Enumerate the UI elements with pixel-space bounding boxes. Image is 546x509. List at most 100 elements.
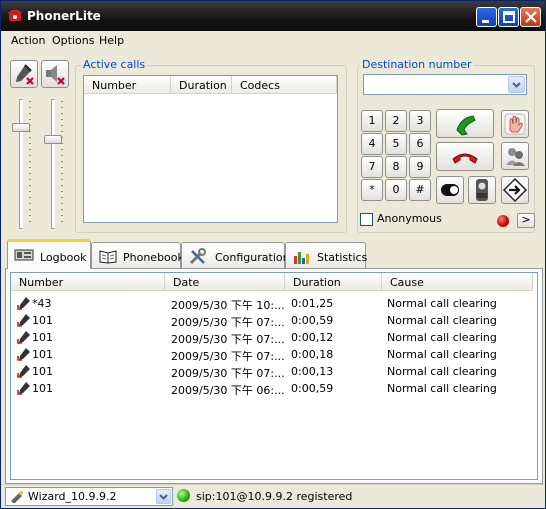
table-row[interactable]: 101 2009/5/30 下午 06:... 0:00,59 Normal call… bbox=[11, 380, 533, 397]
speaker-volume-thumb[interactable] bbox=[44, 135, 62, 144]
keypad-5[interactable]: 5 bbox=[385, 133, 407, 155]
phone-app-icon bbox=[8, 9, 22, 21]
keypad-9[interactable]: 9 bbox=[409, 156, 431, 178]
profile-selector[interactable]: Wizard_10.9.9.2 bbox=[5, 487, 173, 506]
keypad-1[interactable]: 1 bbox=[361, 110, 383, 132]
table-row[interactable]: *43 2009/5/30 下午 10:... 0:01,25 Normal call… bbox=[11, 295, 533, 312]
phonebook-icon bbox=[99, 250, 117, 264]
tab-logbook[interactable]: Logbook bbox=[7, 239, 91, 269]
column-header-number[interactable]: Number bbox=[84, 76, 171, 94]
destination-dropdown-button[interactable] bbox=[508, 76, 525, 93]
chevron-down-icon bbox=[159, 494, 168, 500]
transfer-arrow-icon bbox=[502, 177, 528, 203]
speaker-muted-icon bbox=[46, 65, 65, 85]
tab-logbook-label: Logbook bbox=[40, 251, 87, 264]
keypad-3[interactable]: 3 bbox=[409, 110, 431, 132]
microphone-mute-button[interactable] bbox=[10, 60, 38, 88]
dnd-button[interactable] bbox=[468, 176, 496, 204]
window-title: PhonerLite bbox=[27, 9, 101, 23]
log-cell-duration: 0:00,59 bbox=[291, 314, 334, 327]
log-cell-number: 101 bbox=[32, 314, 53, 327]
configuration-icon bbox=[189, 248, 206, 265]
outgoing-call-icon bbox=[17, 348, 30, 361]
maximize-button[interactable] bbox=[498, 7, 519, 27]
statistics-icon bbox=[294, 252, 309, 264]
tab-phonebook-label: Phonebook bbox=[123, 251, 184, 264]
keypad-0[interactable]: 0 bbox=[385, 179, 407, 201]
column-header-codecs[interactable]: Codecs bbox=[232, 76, 337, 94]
keypad-7[interactable]: 7 bbox=[361, 156, 383, 178]
hold-button[interactable] bbox=[501, 110, 529, 138]
anonymous-label: Anonymous bbox=[377, 212, 442, 225]
status-led-icon bbox=[497, 215, 509, 227]
keypad-6[interactable]: 6 bbox=[409, 133, 431, 155]
keypad-star[interactable]: * bbox=[361, 179, 383, 201]
logbook-list[interactable]: Number Date Duration Cause *43 2009/5/30 … bbox=[10, 272, 538, 480]
tab-statistics[interactable]: Statistics bbox=[285, 242, 368, 268]
outgoing-call-icon bbox=[17, 314, 30, 327]
keypad-2[interactable]: 2 bbox=[385, 110, 407, 132]
table-row[interactable]: 101 2009/5/30 下午 07:... 0:00,59 Normal call… bbox=[11, 312, 533, 329]
title-bar[interactable]: PhonerLite bbox=[1, 1, 545, 31]
log-cell-number: *43 bbox=[32, 297, 52, 310]
active-calls-list[interactable]: Number Duration Codecs bbox=[83, 75, 338, 223]
anonymous-checkbox[interactable] bbox=[360, 213, 373, 226]
phone-pickup-icon bbox=[456, 115, 476, 136]
log-column-number[interactable]: Number bbox=[11, 273, 165, 291]
speaker-mute-button[interactable] bbox=[41, 60, 69, 88]
menu-help[interactable]: Help bbox=[99, 34, 124, 47]
tab-configuration[interactable]: Configuration bbox=[181, 242, 290, 268]
tab-statistics-label: Statistics bbox=[317, 251, 368, 264]
microphone-volume-thumb[interactable] bbox=[12, 123, 30, 132]
log-cell-date: 2009/5/30 下午 07:... bbox=[171, 367, 285, 380]
outgoing-call-icon bbox=[17, 365, 30, 378]
table-row[interactable]: 101 2009/5/30 下午 07:... 0:00,18 Normal call… bbox=[11, 346, 533, 363]
profile-name: Wizard_10.9.9.2 bbox=[28, 490, 117, 503]
log-cell-number: 101 bbox=[32, 348, 53, 361]
call-button[interactable] bbox=[436, 109, 494, 138]
logbook-panel: Number Date Duration Cause *43 2009/5/30 … bbox=[5, 268, 543, 484]
log-cell-cause: Normal call clearing bbox=[387, 365, 497, 378]
log-cell-number: 101 bbox=[32, 382, 53, 395]
menu-action[interactable]: Action bbox=[11, 34, 45, 47]
table-row[interactable]: 101 2009/5/30 下午 07:... 0:00,13 Normal call… bbox=[11, 363, 533, 380]
outgoing-call-icon bbox=[17, 297, 30, 310]
expand-button[interactable]: > bbox=[517, 213, 535, 228]
keypad-hash[interactable]: # bbox=[409, 179, 431, 201]
menu-options[interactable]: Options bbox=[52, 34, 94, 47]
registration-status-text: sip:101@10.9.9.2 registered bbox=[196, 490, 353, 503]
status-bar: Wizard_10.9.9.2 sip:101@10.9.9.2 registe… bbox=[1, 484, 545, 508]
record-toggle-button[interactable] bbox=[436, 176, 464, 204]
log-column-cause[interactable]: Cause bbox=[382, 273, 533, 291]
keypad-8[interactable]: 8 bbox=[385, 156, 407, 178]
profile-dropdown-button[interactable] bbox=[156, 489, 171, 504]
wizard-icon bbox=[11, 491, 23, 503]
log-cell-date: 2009/5/30 下午 06:... bbox=[171, 384, 285, 397]
log-cell-duration: 0:00,13 bbox=[291, 365, 334, 378]
do-not-disturb-icon bbox=[476, 179, 488, 201]
transfer-button[interactable] bbox=[501, 176, 529, 204]
tab-phonebook[interactable]: Phonebook bbox=[91, 242, 184, 268]
close-button[interactable] bbox=[520, 7, 541, 27]
log-cell-date: 2009/5/30 下午 07:... bbox=[171, 333, 285, 346]
app-window: PhonerLite Action Options Help Active ca… bbox=[0, 0, 546, 509]
log-column-date[interactable]: Date bbox=[165, 273, 285, 291]
outgoing-call-icon bbox=[17, 382, 30, 395]
log-cell-duration: 0:01,25 bbox=[291, 297, 334, 310]
destination-number-input[interactable] bbox=[363, 74, 527, 95]
log-cell-number: 101 bbox=[32, 365, 53, 378]
table-row[interactable]: 101 2009/5/30 下午 07:... 0:00,12 Normal call… bbox=[11, 329, 533, 346]
tab-strip: Logbook Phonebook Configuration Statisti… bbox=[5, 239, 543, 269]
log-cell-cause: Normal call clearing bbox=[387, 348, 497, 361]
hangup-button[interactable] bbox=[436, 142, 494, 171]
microphone-volume-slider[interactable] bbox=[10, 99, 32, 229]
log-cell-cause: Normal call clearing bbox=[387, 297, 497, 310]
conference-button[interactable] bbox=[501, 142, 529, 170]
keypad-4[interactable]: 4 bbox=[361, 133, 383, 155]
column-header-duration[interactable]: Duration bbox=[171, 76, 232, 94]
log-cell-cause: Normal call clearing bbox=[387, 331, 497, 344]
speaker-volume-slider[interactable] bbox=[42, 99, 64, 229]
minimize-button[interactable] bbox=[476, 7, 497, 27]
menu-bar: Action Options Help bbox=[1, 31, 545, 51]
log-column-duration[interactable]: Duration bbox=[285, 273, 382, 291]
